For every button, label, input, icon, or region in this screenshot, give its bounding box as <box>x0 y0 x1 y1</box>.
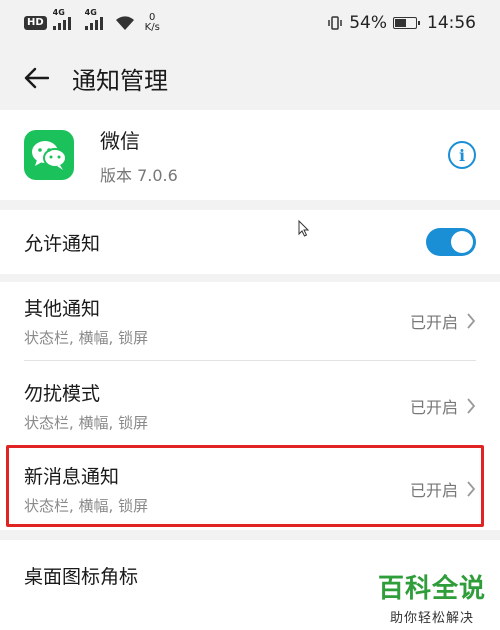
wechat-app-icon <box>24 130 74 180</box>
item-title: 新消息通知 <box>24 466 120 488</box>
wechat-icon <box>32 141 67 170</box>
title-bar: 通知管理 <box>0 46 500 110</box>
item-status: 已开启 <box>409 398 458 417</box>
app-info-card: 微信 版本 7.0.6 i <box>0 110 500 200</box>
signal-type: 4G <box>52 8 65 17</box>
back-arrow-icon <box>24 67 49 89</box>
item-status: 已开启 <box>409 313 458 332</box>
watermark: 百科全说 助你轻松解决 <box>378 568 486 626</box>
hd-icon: HD <box>24 16 47 30</box>
vibrate-icon <box>328 16 342 30</box>
item-status: 已开启 <box>409 481 458 500</box>
notification-settings-list: 其他通知 状态栏, 横幅, 锁屏 已开启 勿扰模式 状态栏, 横幅, 锁屏 已开… <box>0 282 500 530</box>
info-icon: i <box>458 145 466 165</box>
allow-notifications-toggle[interactable] <box>426 228 476 256</box>
net-speed-unit: K/s <box>144 22 160 33</box>
app-name: 微信 <box>100 128 140 153</box>
chevron-right-icon <box>467 398 476 414</box>
battery-icon <box>393 17 420 29</box>
status-bar: HD 4G 4G 0 K/s 54% 14:56 <box>0 0 500 46</box>
chevron-right-icon <box>467 313 476 329</box>
item-title: 其他通知 <box>24 298 101 320</box>
item-subtitle: 状态栏, 横幅, 锁屏 <box>24 414 149 432</box>
item-subtitle: 状态栏, 横幅, 锁屏 <box>24 329 149 347</box>
info-button[interactable]: i <box>448 141 476 169</box>
desktop-badge-label: 桌面图标角标 <box>24 566 139 588</box>
toggle-knob <box>451 231 473 253</box>
watermark-title: 百科全说 <box>377 574 486 604</box>
clock: 14:56 <box>427 13 476 33</box>
chevron-right-icon <box>467 481 476 497</box>
signal-type: 4G <box>84 8 97 17</box>
list-item-other-notifications[interactable]: 其他通知 状态栏, 横幅, 锁屏 已开启 <box>0 282 500 360</box>
network-speed: 0 K/s <box>145 13 160 33</box>
watermark-subtitle: 助你轻松解决 <box>389 611 474 626</box>
mouse-cursor-icon <box>298 220 310 237</box>
back-button[interactable] <box>0 46 72 110</box>
signal-icon: 4G <box>84 8 103 30</box>
allow-notifications-label: 允许通知 <box>24 232 101 255</box>
list-item-do-not-disturb[interactable]: 勿扰模式 状态栏, 横幅, 锁屏 已开启 <box>0 367 500 445</box>
divider <box>24 360 476 361</box>
divider <box>24 445 476 446</box>
item-title: 勿扰模式 <box>24 383 101 405</box>
item-subtitle: 状态栏, 横幅, 锁屏 <box>24 497 149 515</box>
signal-icon: 4G <box>52 8 71 30</box>
allow-notifications-row: 允许通知 <box>0 210 500 274</box>
list-item-new-message-notifications[interactable]: 新消息通知 状态栏, 横幅, 锁屏 已开启 <box>0 450 500 528</box>
battery-percent: 54% <box>349 13 387 33</box>
wifi-icon <box>115 16 134 30</box>
page-title: 通知管理 <box>72 66 168 95</box>
app-version: 版本 7.0.6 <box>100 165 178 185</box>
